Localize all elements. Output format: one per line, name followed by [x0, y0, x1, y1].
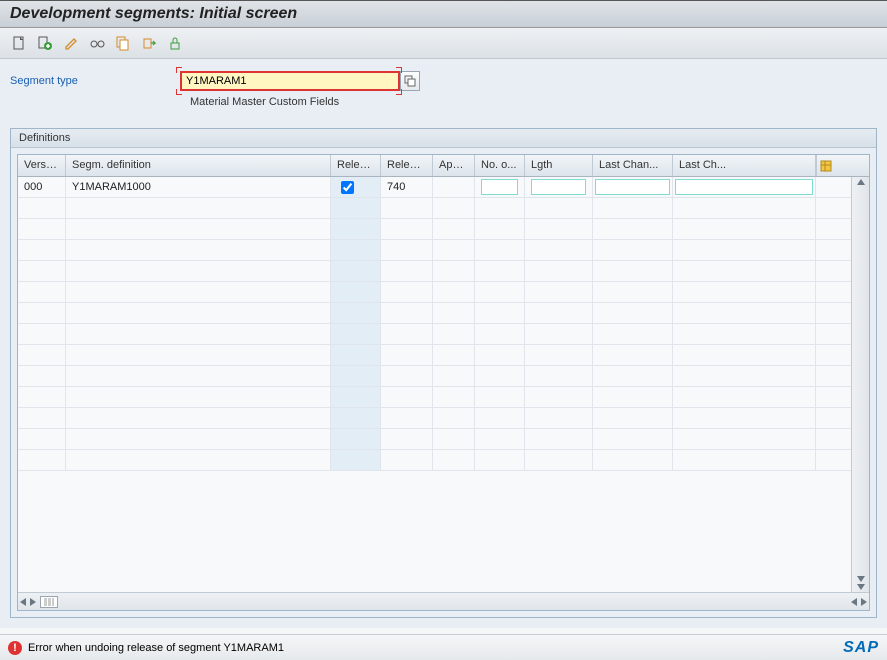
col-last-changed-on[interactable]: Last Ch...: [673, 155, 816, 176]
col-number[interactable]: No. o...: [475, 155, 525, 176]
cell-release: 740: [381, 177, 433, 197]
cell-length-input: [525, 177, 593, 197]
cell-version: 000: [18, 177, 66, 197]
cell-last-on: [673, 177, 816, 197]
col-length[interactable]: Lgth: [525, 155, 593, 176]
f4-help-button[interactable]: [400, 71, 420, 91]
segment-type-input[interactable]: [180, 71, 400, 91]
cell-last-by: [593, 177, 673, 197]
definitions-grid: Version Segm. definition Release Release…: [17, 154, 870, 611]
col-segdef[interactable]: Segm. definition: [66, 155, 331, 176]
activate-icon: [141, 35, 157, 51]
cell-released: [331, 177, 381, 197]
definitions-panel: Definitions Version Segm. definition Rel…: [10, 128, 877, 618]
glasses-icon: [89, 35, 105, 51]
copy-button[interactable]: [112, 32, 134, 54]
content-area: Segment type Material Master Custom Fiel…: [0, 59, 887, 628]
status-bar: ! Error when undoing release of segment …: [0, 634, 887, 660]
cell-appl: [433, 177, 475, 197]
table-settings-icon: [820, 160, 832, 172]
grid-rows: 000 Y1MARAM1000 740: [18, 177, 851, 592]
status-message: Error when undoing release of segment Y1…: [28, 642, 284, 654]
scroll-up-icon[interactable]: [857, 179, 865, 185]
grid-header: Version Segm. definition Release Release…: [18, 155, 869, 177]
document-icon: [11, 35, 27, 51]
last-changed-on-input[interactable]: [675, 179, 813, 195]
lock-icon: [167, 35, 183, 51]
display-button[interactable]: [86, 32, 108, 54]
error-icon: !: [8, 641, 22, 655]
sap-logo: SAP: [843, 639, 879, 657]
scroll-right2-icon[interactable]: [861, 598, 867, 606]
cell-number-input: [475, 177, 525, 197]
definitions-panel-title: Definitions: [11, 129, 876, 148]
col-appl[interactable]: Appl....: [433, 155, 475, 176]
vertical-scrollbar[interactable]: [851, 177, 869, 592]
activate-button[interactable]: [138, 32, 160, 54]
page-title-text: Development segments: Initial screen: [10, 5, 297, 22]
create-button[interactable]: [8, 32, 30, 54]
segment-type-description: Material Master Custom Fields: [190, 96, 877, 108]
number-input[interactable]: [481, 179, 518, 195]
horizontal-scrollbar[interactable]: [18, 592, 869, 610]
scroll-left2-icon[interactable]: [851, 598, 857, 606]
table-row[interactable]: 000 Y1MARAM1000 740: [18, 177, 851, 198]
col-release-flag[interactable]: Release: [331, 155, 381, 176]
col-version[interactable]: Version: [18, 155, 66, 176]
copy-icon: [115, 35, 131, 51]
toolbar: [0, 28, 887, 59]
length-input[interactable]: [531, 179, 586, 195]
col-last-changed-by[interactable]: Last Chan...: [593, 155, 673, 176]
last-changed-by-input[interactable]: [595, 179, 670, 195]
document-plus-icon: [37, 35, 53, 51]
segment-type-label: Segment type: [10, 75, 180, 87]
scroll-down-icon[interactable]: [857, 576, 865, 582]
column-select-button[interactable]: [40, 596, 58, 608]
page-title: Development segments: Initial screen: [0, 0, 887, 28]
released-checkbox[interactable]: [341, 181, 354, 194]
cell-segdef: Y1MARAM1000: [66, 177, 331, 197]
columns-icon: [44, 598, 54, 606]
pencil-icon: [63, 35, 79, 51]
segment-type-input-wrap: [180, 71, 420, 91]
edit-button[interactable]: [60, 32, 82, 54]
col-release[interactable]: Release: [381, 155, 433, 176]
scroll-right-icon[interactable]: [30, 598, 36, 606]
value-help-icon: [404, 75, 416, 87]
scroll-left-icon[interactable]: [20, 598, 26, 606]
grid-config-button[interactable]: [816, 155, 834, 176]
check-button[interactable]: [34, 32, 56, 54]
lock-button[interactable]: [164, 32, 186, 54]
segment-type-row: Segment type: [10, 71, 877, 91]
scroll-down2-icon[interactable]: [857, 584, 865, 590]
